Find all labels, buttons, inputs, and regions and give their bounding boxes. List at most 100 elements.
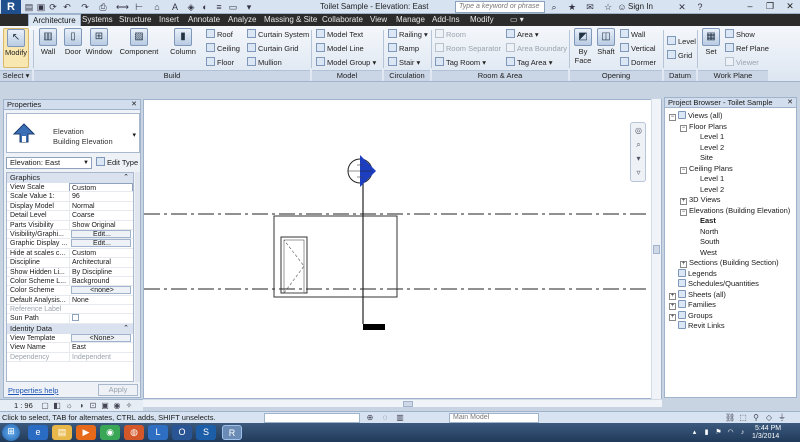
user-icon[interactable]: ☺ <box>616 1 628 13</box>
dimension-icon[interactable]: ⊢ <box>134 2 144 12</box>
visual-style-icon[interactable]: ◧ <box>52 401 62 411</box>
open-icon[interactable]: ▤ <box>24 2 34 12</box>
viewer-button[interactable]: Viewer <box>725 57 759 69</box>
property-value[interactable]: None <box>69 295 133 305</box>
section-icon[interactable]: ◐ <box>200 2 210 12</box>
floor-button[interactable]: Floor <box>206 57 234 69</box>
area-boundary-button[interactable]: Area Boundary <box>506 43 567 55</box>
model-group-button[interactable]: Model Group ▾ <box>316 57 376 69</box>
media-icon[interactable]: ▶ <box>76 425 96 440</box>
temporary-hide-icon[interactable]: ◉ <box>112 401 122 411</box>
property-row[interactable]: Reference Label <box>7 305 133 315</box>
firefox-icon[interactable]: ◍ <box>124 425 144 440</box>
tab-modify[interactable]: Modify <box>466 14 498 26</box>
wall-button[interactable]: ▥ Wall <box>36 28 60 68</box>
properties-help-link[interactable]: Properties help <box>8 386 58 395</box>
text-icon[interactable]: A <box>170 2 180 12</box>
zoom-dropdown-icon[interactable]: ▾ <box>633 153 644 164</box>
ceiling-button[interactable]: Ceiling <box>206 43 240 55</box>
help-icon[interactable]: ? <box>694 1 706 13</box>
browser-node[interactable]: + Families <box>669 300 716 310</box>
collapse-icon[interactable]: ⌃ <box>123 324 129 334</box>
measure-icon[interactable]: ⟷ <box>116 2 129 12</box>
tag-icon[interactable]: ⌂ <box>152 2 162 12</box>
browser-node[interactable]: Legends <box>669 268 717 279</box>
workset-selector[interactable] <box>264 413 360 423</box>
properties-scrollbar[interactable] <box>135 172 140 382</box>
tab-annotate[interactable]: Annotate <box>184 14 224 26</box>
select-panel-label[interactable]: Select ▾ <box>0 70 32 81</box>
property-row[interactable]: Dependency Independent <box>7 352 133 363</box>
browser-node[interactable]: Level 1 <box>691 174 724 184</box>
property-value[interactable]: Custom <box>69 183 133 192</box>
property-edit-button[interactable]: Edit... <box>71 239 131 248</box>
tab-structure[interactable]: Structure <box>115 14 155 26</box>
property-edit-button[interactable]: Edit... <box>71 229 131 238</box>
tab-collaborate[interactable]: Collaborate <box>318 14 367 26</box>
tag-area-button[interactable]: Tag Area ▾ <box>506 57 552 69</box>
property-row[interactable]: View Name East <box>7 343 133 353</box>
canvas-horizontal-scrollbar[interactable] <box>143 399 662 407</box>
browser-node[interactable]: North <box>691 227 718 237</box>
curtain-system-button[interactable]: Curtain System <box>247 29 309 41</box>
show-crop-icon[interactable]: ▣ <box>100 401 110 411</box>
property-row[interactable]: Discipline Architectural <box>7 258 133 268</box>
tray-arrow-icon[interactable]: ▴ <box>690 428 699 437</box>
modify-button[interactable]: ↖ Modify <box>3 28 29 68</box>
editing-requests-icon[interactable]: ◌ <box>380 413 390 423</box>
property-value[interactable]: Normal <box>69 201 133 211</box>
property-row[interactable]: View Template <None> <box>7 333 133 344</box>
skype-icon[interactable]: S <box>196 425 216 440</box>
property-value[interactable]: East <box>69 343 133 352</box>
canvas-vertical-scrollbar[interactable] <box>651 99 661 399</box>
close-icon[interactable]: ✕ <box>787 98 793 108</box>
exchange-icon[interactable]: ✕ <box>676 1 688 13</box>
select-by-face-icon[interactable]: ◇ <box>764 413 774 423</box>
minimize-button[interactable]: – <box>740 0 760 12</box>
property-value[interactable]: Show Original <box>69 220 133 229</box>
property-value[interactable]: Background <box>69 276 133 286</box>
favorites-icon[interactable]: ☆ <box>602 1 614 13</box>
stair-button[interactable]: Stair ▾ <box>388 57 420 69</box>
ribbon-options-icon[interactable]: ▭ ▾ <box>506 14 528 26</box>
shadows-icon[interactable]: ◑ <box>76 401 86 411</box>
view-scale[interactable]: 1 : 96 <box>14 401 33 411</box>
ie-icon[interactable]: e <box>28 425 48 440</box>
zoom-icon[interactable]: ⌕ <box>633 139 644 150</box>
component-button[interactable]: ▨ Component <box>116 28 162 68</box>
ramp-button[interactable]: Ramp <box>388 43 419 55</box>
collapse-icon[interactable]: − <box>680 124 687 132</box>
communication-icon[interactable]: ✉ <box>584 1 596 13</box>
browser-node[interactable]: + Sections (Building Section) <box>680 258 779 268</box>
select-links-icon[interactable]: ⛓ <box>725 413 735 423</box>
chevron-down-icon[interactable]: ▾ <box>132 131 136 139</box>
detail-level-icon[interactable]: ▢ <box>40 401 50 411</box>
type-selector[interactable]: Elevation Building Elevation ▾ <box>6 113 140 153</box>
tab-massing-site[interactable]: Massing & Site <box>260 14 321 26</box>
close-button[interactable]: ✕ <box>780 0 800 12</box>
undo-icon[interactable]: ↶ <box>62 2 72 12</box>
crop-view-icon[interactable]: ⊡ <box>88 401 98 411</box>
thin-lines-icon[interactable]: ≡ <box>214 2 224 12</box>
property-row[interactable]: Graphic Display ... Edit... <box>7 239 133 249</box>
property-value[interactable]: Architectural <box>69 258 133 267</box>
reveal-hidden-icon[interactable]: ✧ <box>124 401 134 411</box>
browser-node[interactable]: Schedules/Quantities <box>669 279 759 289</box>
property-value[interactable]: Custom <box>69 248 133 258</box>
property-row[interactable]: Detail Level Coarse <box>7 211 133 221</box>
tab-manage[interactable]: Manage <box>392 14 429 26</box>
collapse-icon[interactable]: − <box>680 208 687 216</box>
search-icon[interactable]: ⌕ <box>548 1 560 13</box>
network-icon[interactable]: ▮ <box>702 428 711 437</box>
property-value[interactable]: Coarse <box>69 211 133 220</box>
property-row[interactable]: Color Scheme <none> <box>7 286 133 296</box>
collapse-icon[interactable]: ⌃ <box>123 173 129 183</box>
browser-node[interactable]: +3D Views <box>680 195 721 205</box>
edit-type-button[interactable]: Edit Type <box>96 157 138 169</box>
browser-node[interactable]: Level 2 <box>691 185 724 195</box>
tab-analyze[interactable]: Analyze <box>224 14 260 26</box>
sync-icon[interactable]: ⟳ <box>48 2 58 12</box>
sun-path-checkbox[interactable] <box>72 314 79 322</box>
roof-button[interactable]: Roof <box>206 29 233 41</box>
browser-node[interactable]: + Sheets (all) <box>669 289 726 300</box>
